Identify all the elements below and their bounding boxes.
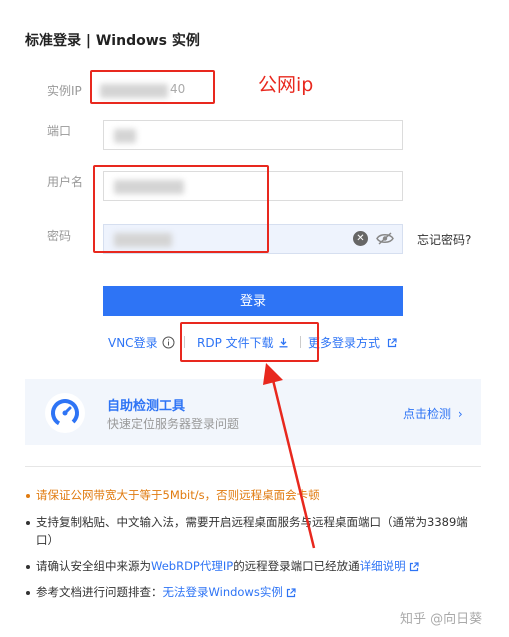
annotation-arrow <box>263 363 316 549</box>
watermark: 知乎 @向日葵 <box>400 612 483 627</box>
